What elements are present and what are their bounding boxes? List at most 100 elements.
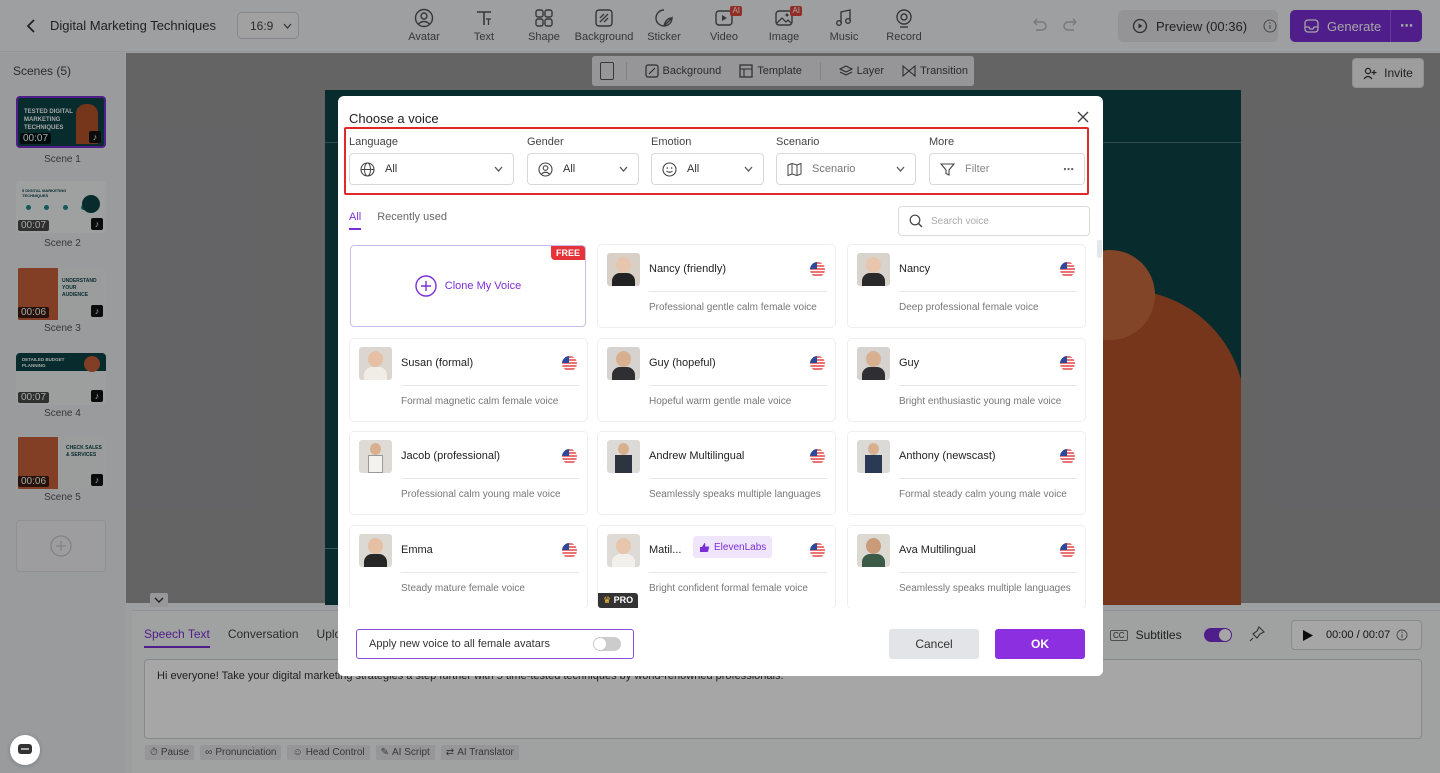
voice-name: Emma <box>401 544 433 556</box>
voice-description: Bright confident formal female voice <box>649 583 808 594</box>
smile-icon <box>662 161 677 177</box>
divider <box>401 385 579 386</box>
divider <box>401 572 579 573</box>
thumbs-up-icon <box>700 542 710 552</box>
search-icon <box>909 214 923 228</box>
divider <box>899 291 1077 292</box>
voice-card[interactable]: Nancy Deep professional female voice <box>848 245 1085 327</box>
voice-name: Andrew Multilingual <box>649 450 745 462</box>
chevron-down-icon <box>494 166 503 172</box>
divider <box>649 291 827 292</box>
us-flag-icon <box>810 262 825 277</box>
language-label: Language <box>349 136 398 148</box>
crown-icon: ♛ <box>603 595 612 605</box>
voice-description: Deep professional female voice <box>899 302 1039 313</box>
voice-card[interactable]: Emma Steady mature female voice <box>350 526 587 608</box>
divider <box>899 385 1077 386</box>
tab-recently-used[interactable]: Recently used <box>377 211 447 230</box>
divider <box>899 478 1077 479</box>
divider <box>401 478 579 479</box>
voice-avatar <box>607 534 640 567</box>
voice-tabs: All Recently used <box>349 211 447 230</box>
voice-avatar <box>359 347 392 380</box>
modal-title: Choose a voice <box>349 111 439 126</box>
emotion-value: All <box>687 163 700 175</box>
apply-to-all-option: Apply new voice to all female avatars <box>356 629 634 659</box>
gender-label: Gender <box>527 136 564 148</box>
voice-card[interactable]: Nancy (friendly) Professional gentle cal… <box>598 245 835 327</box>
scenario-select[interactable]: Scenario <box>776 153 916 185</box>
voice-description: Steady mature female voice <box>401 583 525 594</box>
us-flag-icon <box>810 449 825 464</box>
tab-all[interactable]: All <box>349 211 362 230</box>
gender-select[interactable]: All <box>527 153 639 185</box>
ok-button[interactable]: OK <box>995 629 1085 659</box>
divider <box>649 385 827 386</box>
language-select[interactable]: All <box>349 153 514 185</box>
map-icon <box>787 162 802 176</box>
gender-value: All <box>563 163 576 175</box>
voice-name: Ava Multilingual <box>899 544 976 556</box>
voice-card[interactable]: Guy (hopeful) Hopeful warm gentle male v… <box>598 339 835 421</box>
clone-label: Clone My Voice <box>444 280 522 292</box>
elevenlabs-label: ElevenLabs <box>714 541 767 553</box>
scenario-label: Scenario <box>776 136 820 148</box>
cancel-button[interactable]: Cancel <box>889 629 979 659</box>
chevron-down-icon <box>896 166 905 172</box>
pro-badge: ♛ PRO <box>598 593 639 608</box>
voice-name: Matil... <box>649 544 682 556</box>
voice-card[interactable]: Susan (formal) Formal magnetic calm fema… <box>350 339 587 421</box>
us-flag-icon <box>1060 543 1075 558</box>
more-filter-select[interactable]: Filter ⋯ <box>929 153 1085 185</box>
voice-avatar <box>359 440 392 473</box>
voice-description: Seamlessly speaks multiple languages <box>899 583 1071 594</box>
free-badge: FREE <box>550 246 585 260</box>
more-options-icon: ⋯ <box>1063 163 1074 176</box>
divider <box>649 478 827 479</box>
filter-placeholder: Filter <box>965 163 990 175</box>
plus-circle-icon <box>415 275 437 297</box>
apply-toggle[interactable] <box>593 637 621 651</box>
filter-icon <box>940 162 955 176</box>
clone-my-voice-card[interactable]: Clone My Voice FREE <box>350 245 586 327</box>
voice-avatar <box>359 534 392 567</box>
chevron-down-icon <box>744 166 753 172</box>
elevenlabs-badge: ElevenLabs <box>693 536 773 558</box>
us-flag-icon <box>1060 356 1075 371</box>
voice-avatar <box>857 440 890 473</box>
emotion-select[interactable]: All <box>651 153 764 185</box>
voice-card[interactable]: Andrew Multilingual Seamlessly speaks mu… <box>598 432 835 514</box>
voice-description: Bright enthusiastic young male voice <box>899 396 1062 407</box>
apply-label: Apply new voice to all female avatars <box>369 638 550 650</box>
voice-card[interactable]: Jacob (professional) Professional calm y… <box>350 432 587 514</box>
voice-avatar <box>857 347 890 380</box>
voice-card[interactable]: Ava Multilingual Seamlessly speaks multi… <box>848 526 1085 608</box>
voice-card[interactable]: Anthony (newscast) Formal steady calm yo… <box>848 432 1085 514</box>
close-icon[interactable] <box>1074 108 1092 126</box>
voice-name: Nancy (friendly) <box>649 263 727 275</box>
voice-name: Guy (hopeful) <box>649 357 716 369</box>
voice-description: Seamlessly speaks multiple languages <box>649 489 821 500</box>
scenario-placeholder: Scenario <box>812 163 856 175</box>
voice-name: Guy <box>899 357 920 369</box>
us-flag-icon <box>810 543 825 558</box>
search-voice-input[interactable]: Search voice <box>898 206 1090 236</box>
chevron-down-icon <box>619 166 628 172</box>
voice-avatar <box>607 347 640 380</box>
globe-icon <box>360 161 375 177</box>
voice-description: Professional calm young male voice <box>401 489 561 500</box>
us-flag-icon <box>810 356 825 371</box>
voice-card[interactable]: Matil... ElevenLabs Bright confident for… <box>598 526 835 608</box>
voice-name: Susan (formal) <box>401 357 474 369</box>
emotion-label: Emotion <box>651 136 692 148</box>
user-circle-icon <box>538 161 553 177</box>
voice-avatar <box>607 440 640 473</box>
voice-card[interactable]: Guy Bright enthusiastic young male voice <box>848 339 1085 421</box>
scrollbar[interactable] <box>1097 240 1102 258</box>
us-flag-icon <box>562 543 577 558</box>
us-flag-icon <box>562 449 577 464</box>
chat-support-icon[interactable] <box>10 735 40 765</box>
us-flag-icon <box>1060 262 1075 277</box>
search-placeholder: Search voice <box>931 215 989 227</box>
voice-name: Nancy <box>899 263 931 275</box>
